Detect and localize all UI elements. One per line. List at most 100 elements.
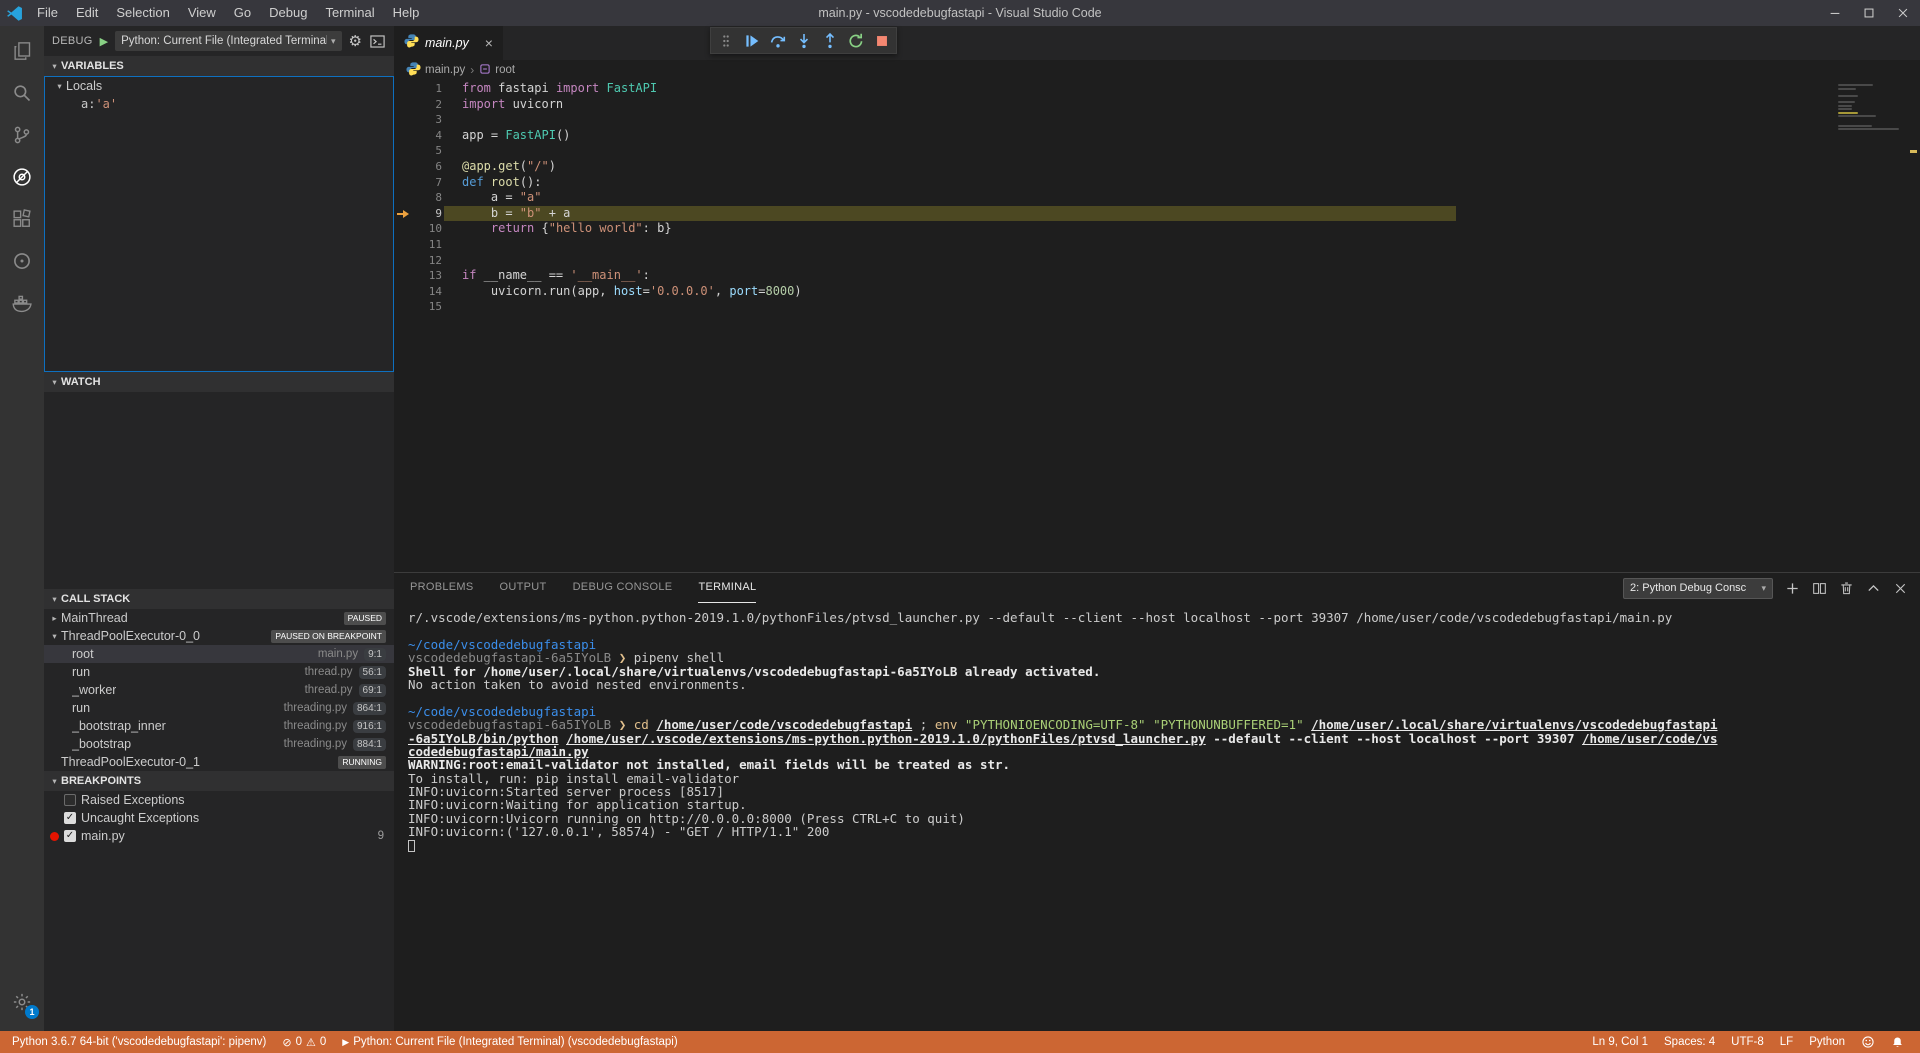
status-cursor-position[interactable]: Ln 9, Col 1 xyxy=(1584,1031,1656,1053)
breakpoints-section-header[interactable]: ▾ BREAKPOINTS xyxy=(44,771,394,791)
settings-gear-icon[interactable]: 1 xyxy=(0,981,44,1023)
breakpoint-gutter[interactable] xyxy=(394,81,412,97)
explorer-icon[interactable] xyxy=(0,30,44,72)
code-line[interactable]: 8 a = "a" xyxy=(394,190,1920,206)
breakpoint-gutter[interactable] xyxy=(394,159,412,175)
code-line[interactable]: 1from fastapi import FastAPI xyxy=(394,81,1920,97)
code-line[interactable]: 13if __name__ == '__main__': xyxy=(394,268,1920,284)
start-debugging-button[interactable]: ▶ xyxy=(100,35,108,48)
step-out-button[interactable] xyxy=(818,29,841,52)
debug-icon[interactable] xyxy=(0,156,44,198)
panel-tab-debug-console[interactable]: DEBUG CONSOLE xyxy=(573,573,673,603)
code-line[interactable]: 14 uvicorn.run(app, host='0.0.0.0', port… xyxy=(394,284,1920,300)
code-line[interactable]: 9 b = "b" + a xyxy=(394,206,1920,222)
breadcrumb-item[interactable]: main.py xyxy=(406,61,465,79)
status-interpreter[interactable]: Python 3.6.7 64-bit ('vscodedebugfastapi… xyxy=(4,1031,274,1053)
call-stack-frame-row[interactable]: runthreading.py864:1 xyxy=(44,699,394,717)
status-eol[interactable]: LF xyxy=(1772,1031,1801,1053)
maximize-icon[interactable] xyxy=(1852,0,1886,26)
code-line[interactable]: 3 xyxy=(394,112,1920,128)
terminal-picker-dropdown[interactable]: 2: Python Debug Consc ▾ xyxy=(1623,578,1773,599)
new-terminal-icon[interactable] xyxy=(1785,581,1800,596)
panel-tab-output[interactable]: OUTPUT xyxy=(500,573,547,603)
menu-debug[interactable]: Debug xyxy=(260,0,316,26)
status-language[interactable]: Python xyxy=(1801,1031,1853,1053)
close-window-icon[interactable] xyxy=(1886,0,1920,26)
continue-button[interactable] xyxy=(740,29,763,52)
debug-configuration-dropdown[interactable]: Python: Current File (Integrated Termina… xyxy=(115,31,341,51)
menu-selection[interactable]: Selection xyxy=(107,0,178,26)
menu-view[interactable]: View xyxy=(179,0,225,26)
breakpoint-row[interactable]: ✓main.py9 xyxy=(44,827,394,845)
call-stack-frame-row[interactable]: _workerthread.py69:1 xyxy=(44,681,394,699)
breakpoint-gutter[interactable] xyxy=(394,97,412,113)
status-indentation[interactable]: Spaces: 4 xyxy=(1656,1031,1723,1053)
split-terminal-icon[interactable] xyxy=(1812,581,1827,596)
status-notifications[interactable] xyxy=(1883,1031,1912,1053)
breakpoint-gutter[interactable] xyxy=(394,206,412,222)
call-stack-frame-row[interactable]: rootmain.py9:1 xyxy=(44,645,394,663)
kill-terminal-icon[interactable] xyxy=(1839,581,1854,596)
breakpoint-checkbox[interactable]: ✓ xyxy=(64,812,76,824)
drag-handle[interactable] xyxy=(714,29,737,52)
code-editor[interactable]: 1from fastapi import FastAPI2import uvic… xyxy=(394,80,1920,572)
breakpoint-gutter[interactable] xyxy=(394,253,412,269)
tab-close-icon[interactable]: × xyxy=(485,35,493,51)
variables-scope-row[interactable]: ▾ Locals xyxy=(45,77,393,95)
editor-tab-main-py[interactable]: main.py × xyxy=(394,26,503,60)
breakpoint-gutter[interactable] xyxy=(394,112,412,128)
call-stack-frame-row[interactable]: _bootstrapthreading.py884:1 xyxy=(44,735,394,753)
debug-console-icon[interactable] xyxy=(369,33,386,50)
search-icon[interactable] xyxy=(0,72,44,114)
code-line[interactable]: 10 return {"hello world": b} xyxy=(394,221,1920,237)
step-over-button[interactable] xyxy=(766,29,789,52)
call-stack-section-header[interactable]: ▾ CALL STACK xyxy=(44,589,394,609)
breakpoint-checkbox[interactable]: ✓ xyxy=(64,830,76,842)
breakpoint-gutter[interactable] xyxy=(394,128,412,144)
code-line[interactable]: 6@app.get("/") xyxy=(394,159,1920,175)
breakpoint-gutter[interactable] xyxy=(394,221,412,237)
menu-terminal[interactable]: Terminal xyxy=(316,0,383,26)
breadcrumb-item[interactable]: root xyxy=(479,63,515,78)
minimap[interactable] xyxy=(1836,83,1906,135)
breakpoint-gutter[interactable] xyxy=(394,143,412,159)
menu-go[interactable]: Go xyxy=(225,0,260,26)
source-control-icon[interactable] xyxy=(0,114,44,156)
code-line[interactable]: 15 xyxy=(394,299,1920,315)
call-stack-frame-row[interactable]: _bootstrap_innerthreading.py916:1 xyxy=(44,717,394,735)
variables-section-header[interactable]: ▾ VARIABLES xyxy=(44,56,394,76)
docker-icon[interactable] xyxy=(0,282,44,324)
breakpoint-row[interactable]: ✓Uncaught Exceptions xyxy=(44,809,394,827)
menu-edit[interactable]: Edit xyxy=(67,0,107,26)
status-encoding[interactable]: UTF-8 xyxy=(1723,1031,1772,1053)
watch-section-header[interactable]: ▾ WATCH xyxy=(44,372,394,392)
breakpoint-gutter[interactable] xyxy=(394,175,412,191)
menu-file[interactable]: File xyxy=(28,0,67,26)
call-stack-thread-row[interactable]: ▸MainThreadPAUSED xyxy=(44,609,394,627)
code-line[interactable]: 5 xyxy=(394,143,1920,159)
terminal-output[interactable]: r/.vscode/extensions/ms-python.python-20… xyxy=(394,603,1920,1031)
step-into-button[interactable] xyxy=(792,29,815,52)
close-panel-icon[interactable] xyxy=(1893,581,1908,596)
minimize-icon[interactable] xyxy=(1818,0,1852,26)
panel-tab-terminal[interactable]: TERMINAL xyxy=(698,573,756,603)
maximize-panel-icon[interactable] xyxy=(1866,581,1881,596)
breakpoint-row[interactable]: Raised Exceptions xyxy=(44,791,394,809)
breakpoint-gutter[interactable] xyxy=(394,190,412,206)
debug-settings-gear-icon[interactable]: ⚙ xyxy=(349,32,362,50)
call-stack-frame-row[interactable]: runthread.py56:1 xyxy=(44,663,394,681)
extensions-icon[interactable] xyxy=(0,198,44,240)
variable-row[interactable]: a: 'a' xyxy=(45,95,393,113)
menu-help[interactable]: Help xyxy=(384,0,429,26)
status-problems[interactable]: ⊘0⚠0 xyxy=(274,1031,334,1053)
breakpoint-gutter[interactable] xyxy=(394,237,412,253)
restart-button[interactable] xyxy=(844,29,867,52)
circle-extension-icon[interactable] xyxy=(0,240,44,282)
code-line[interactable]: 4app = FastAPI() xyxy=(394,128,1920,144)
code-line[interactable]: 12 xyxy=(394,253,1920,269)
breakpoint-gutter[interactable] xyxy=(394,299,412,315)
breakpoint-gutter[interactable] xyxy=(394,284,412,300)
code-line[interactable]: 2import uvicorn xyxy=(394,97,1920,113)
breakpoint-gutter[interactable] xyxy=(394,268,412,284)
code-line[interactable]: 7def root(): xyxy=(394,175,1920,191)
